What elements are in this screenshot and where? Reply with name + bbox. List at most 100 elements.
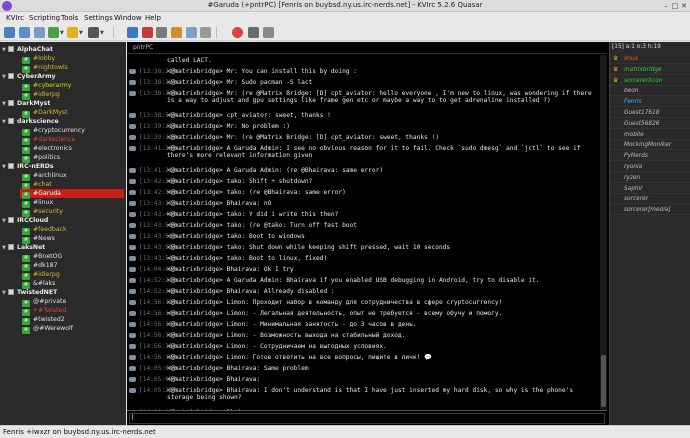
user-item[interactable]: Guest56826: [610, 119, 690, 129]
user-stats: [15] a:1 o:3 h:19: [612, 44, 661, 50]
message-text: <@matrixbridge> Mr: Sudo pacman -S lact: [167, 79, 313, 86]
user-item[interactable]: sorcerer: [610, 194, 690, 205]
user-item[interactable]: ryzen: [610, 173, 690, 183]
part-icon[interactable]: [142, 27, 153, 38]
network-item[interactable]: ▼ TwistedNET: [2, 288, 57, 297]
nick-icon[interactable]: [67, 27, 78, 38]
channel-item[interactable]: # #Garuda: [20, 189, 124, 199]
network-icon: [8, 73, 14, 79]
scrollbar-thumb[interactable]: [601, 355, 606, 407]
message-input-bar: [127, 410, 607, 425]
message-text: <@matrixbridge> Limon: - Легальная деяте…: [167, 310, 503, 317]
user-item[interactable]: ♛ sorcererXcon: [610, 76, 690, 86]
channel-item[interactable]: # #idlerpg: [22, 270, 122, 280]
minimize-icon[interactable]: –: [662, 2, 670, 10]
channel-item[interactable]: # @#Werewolf: [22, 324, 122, 334]
message-type-icon: [129, 223, 136, 228]
close-icon[interactable]: ✕: [680, 2, 688, 10]
join-icon[interactable]: [127, 27, 138, 38]
channel-item[interactable]: # #idlerpg: [22, 90, 122, 100]
server-icon[interactable]: [19, 27, 30, 38]
message-type-icon: [129, 278, 136, 283]
user-item[interactable]: ♛ linux: [610, 54, 690, 64]
tools-icon[interactable]: [88, 27, 99, 38]
user-item[interactable]: ryonia: [610, 162, 690, 172]
channel-item[interactable]: # #dk187: [22, 261, 122, 271]
user-item[interactable]: MockingMoniker: [610, 140, 690, 151]
network-item[interactable]: ▼ IRC-nERDs: [2, 162, 54, 171]
user-item[interactable]: sorcerer[media]: [610, 205, 690, 216]
channel-item[interactable]: # @#private: [22, 297, 122, 307]
menu-scripting[interactable]: Scripting: [29, 14, 60, 22]
network-item[interactable]: ▼ darkscience: [2, 117, 59, 126]
network-label: DarkMyst: [17, 100, 51, 107]
message-text: <@matrixbridge> Mr: You can install this…: [167, 68, 357, 75]
channel-item[interactable]: # #BnetOG: [22, 252, 122, 262]
network-item[interactable]: ▼ DarkMyst: [2, 99, 50, 108]
channel-label: #archlinux: [33, 172, 67, 179]
message-type-icon: [129, 355, 136, 360]
files-icon[interactable]: [186, 27, 197, 38]
channel-item[interactable]: # #cryptocurrency: [22, 126, 122, 136]
channel-item[interactable]: # #politics: [22, 153, 122, 163]
channel-item[interactable]: # #darkscience: [22, 135, 122, 145]
channel-dropdown-icon[interactable]: ▼: [60, 30, 64, 36]
message-text: <@matrixbridge> Mr: (re @Matrix Bridge: …: [167, 90, 592, 104]
channel-item[interactable]: # +#Twisted: [22, 306, 122, 316]
chat-scrollbar[interactable]: [600, 55, 607, 410]
user-item[interactable]: mobile: [610, 130, 690, 140]
chat-output[interactable]: called LACT. [13:38:21] <@matrixbridge> Mr…: [127, 55, 600, 410]
help-icon[interactable]: [232, 27, 243, 38]
script-icon[interactable]: [263, 27, 274, 38]
channel-label: #idlerpg: [33, 91, 60, 98]
user-item[interactable]: beon: [610, 86, 690, 97]
user-item[interactable]: Saphir: [610, 184, 690, 194]
message-text: <@matrixbridge> Mr: (re @Matrix Bridge: …: [167, 134, 439, 141]
settings-icon[interactable]: [248, 27, 259, 38]
channel-item[interactable]: # #DarkMyst: [22, 108, 122, 118]
channel-item[interactable]: # #chat: [22, 180, 122, 190]
channel-item[interactable]: # #twisted2: [22, 315, 122, 325]
network-item[interactable]: ▼ LaksNet: [2, 243, 45, 252]
network-item[interactable]: ▼ IRCCloud: [2, 216, 48, 225]
channel-item[interactable]: # #electronics: [22, 144, 122, 154]
list-icon[interactable]: [200, 27, 211, 38]
channel-item[interactable]: # #security: [22, 207, 122, 217]
user-nick: Guest56826: [624, 120, 660, 127]
channel-item[interactable]: # #feedback: [22, 225, 122, 235]
channel-label: #twisted2: [33, 316, 65, 323]
channel-item[interactable]: # #nightowls: [22, 63, 122, 73]
network-item[interactable]: ▼ CyberArmy: [2, 72, 56, 81]
user-item[interactable]: Fenris: [610, 97, 690, 108]
channel-item[interactable]: # #archlinux: [22, 171, 122, 181]
menu-kvirc[interactable]: KVIrc: [6, 14, 24, 22]
menu-tools[interactable]: Tools: [61, 14, 78, 22]
user-item[interactable]: PyNerds: [610, 151, 690, 162]
channel-icon[interactable]: [48, 27, 59, 38]
channel-label: @#Werewolf: [33, 325, 73, 332]
channel-item[interactable]: # #News: [22, 234, 122, 244]
menu-window[interactable]: Window: [114, 14, 142, 22]
channel-item[interactable]: # #linux: [22, 198, 122, 208]
maximize-icon[interactable]: □: [671, 2, 679, 10]
menu-settings[interactable]: Settings: [84, 14, 113, 22]
topic-bar[interactable]: pntrPC: [127, 42, 607, 54]
channel-label: #lobby: [33, 55, 56, 62]
log-icon[interactable]: [171, 27, 182, 38]
message-input[interactable]: [129, 413, 605, 424]
network-item[interactable]: ▼ AlphaChat: [2, 45, 53, 54]
ban-icon[interactable]: [156, 27, 167, 38]
channel-item[interactable]: # #lobby: [22, 54, 122, 64]
channel-label: #idlerpg: [33, 271, 60, 278]
nick-dropdown-icon[interactable]: ▼: [79, 30, 83, 36]
identity-icon[interactable]: [34, 27, 45, 38]
user-item[interactable]: Guest17618: [610, 108, 690, 118]
connect-icon[interactable]: [4, 27, 15, 38]
channel-label: #feedback: [33, 226, 67, 233]
channel-item[interactable]: # &#laks: [22, 279, 122, 289]
user-item[interactable]: ♛ matrixbridge: [610, 65, 690, 75]
tools-dropdown-icon[interactable]: ▼: [100, 30, 104, 36]
message-type-icon: [129, 190, 136, 195]
channel-item[interactable]: # #cyberarmy: [22, 81, 122, 91]
menu-help[interactable]: Help: [145, 14, 161, 22]
